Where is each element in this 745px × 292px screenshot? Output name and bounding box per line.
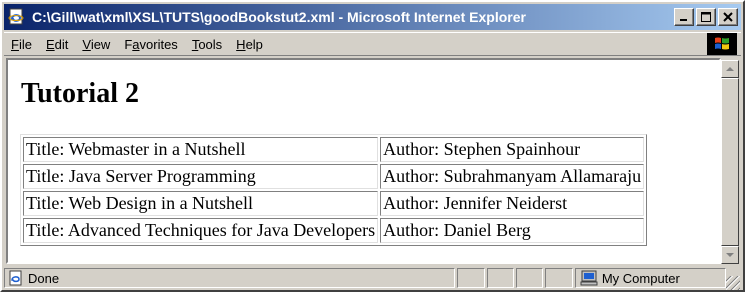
menu-bar: File Edit View Favorites Tools Help [4, 32, 741, 56]
table-row: Title: Advanced Techniques for Java Deve… [23, 218, 645, 243]
table-row: Title: Webmaster in a Nutshell Author: S… [23, 137, 645, 162]
table-row: Title: Web Design in a Nutshell Author: … [23, 191, 645, 216]
security-zone-panel: My Computer [574, 268, 727, 288]
menu-help[interactable]: Help [229, 37, 270, 52]
scroll-thumb[interactable] [721, 78, 739, 246]
maximize-button[interactable] [696, 8, 716, 26]
vertical-scrollbar[interactable] [721, 60, 739, 264]
menu-favorites[interactable]: Favorites [117, 37, 184, 52]
window-title: C:\Gill\wat\xml\XSL\TUTS\goodBookstut2.x… [32, 9, 526, 25]
status-text: Done [28, 270, 60, 286]
book-author-cell: Author: Subrahmanyam Allamaraju [380, 164, 645, 189]
security-zone-text: My Computer [601, 270, 680, 286]
ie-page-icon [9, 270, 22, 286]
ie-page-icon[interactable] [8, 8, 26, 26]
browser-window: C:\Gill\wat\xml\XSL\TUTS\goodBookstut2.x… [0, 0, 745, 292]
book-title-cell: Title: Webmaster in a Nutshell [23, 137, 379, 162]
book-title-cell: Title: Advanced Techniques for Java Deve… [23, 218, 379, 243]
book-title-cell: Title: Web Design in a Nutshell [23, 191, 379, 216]
book-author-cell: Author: Jennifer Neiderst [380, 191, 645, 216]
books-table: Title: Webmaster in a Nutshell Author: S… [20, 134, 648, 246]
page-viewport[interactable]: Tutorial 2 Title: Webmaster in a Nutshel… [6, 58, 721, 264]
title-bar[interactable]: C:\Gill\wat\xml\XSL\TUTS\goodBookstut2.x… [4, 4, 741, 30]
page-heading: Tutorial 2 [21, 78, 139, 109]
status-panel-blank [457, 268, 485, 288]
scroll-down-button[interactable] [721, 246, 739, 264]
resize-grip[interactable] [726, 276, 740, 290]
computer-icon [580, 270, 598, 286]
menu-file[interactable]: File [4, 37, 39, 52]
status-panel-blank [486, 268, 515, 288]
arrow-up-icon [726, 67, 734, 71]
close-button[interactable] [718, 8, 738, 26]
status-panel-blank [545, 268, 573, 288]
menu-view[interactable]: View [75, 37, 117, 52]
book-author-cell: Author: Stephen Spainhour [380, 137, 645, 162]
menu-tools[interactable]: Tools [185, 37, 229, 52]
status-text-panel: Done [4, 268, 456, 288]
book-title-cell: Title: Java Server Programming [23, 164, 379, 189]
arrow-down-icon [726, 253, 734, 257]
windows-logo-icon [707, 33, 737, 55]
status-panel-blank [516, 268, 544, 288]
book-author-cell: Author: Daniel Berg [380, 218, 645, 243]
minimize-button[interactable] [674, 8, 694, 26]
status-bar: Done My Computer [4, 266, 741, 290]
window-controls [672, 8, 738, 26]
table-row: Title: Java Server Programming Author: S… [23, 164, 645, 189]
menu-edit[interactable]: Edit [39, 37, 75, 52]
scroll-up-button[interactable] [721, 60, 739, 78]
